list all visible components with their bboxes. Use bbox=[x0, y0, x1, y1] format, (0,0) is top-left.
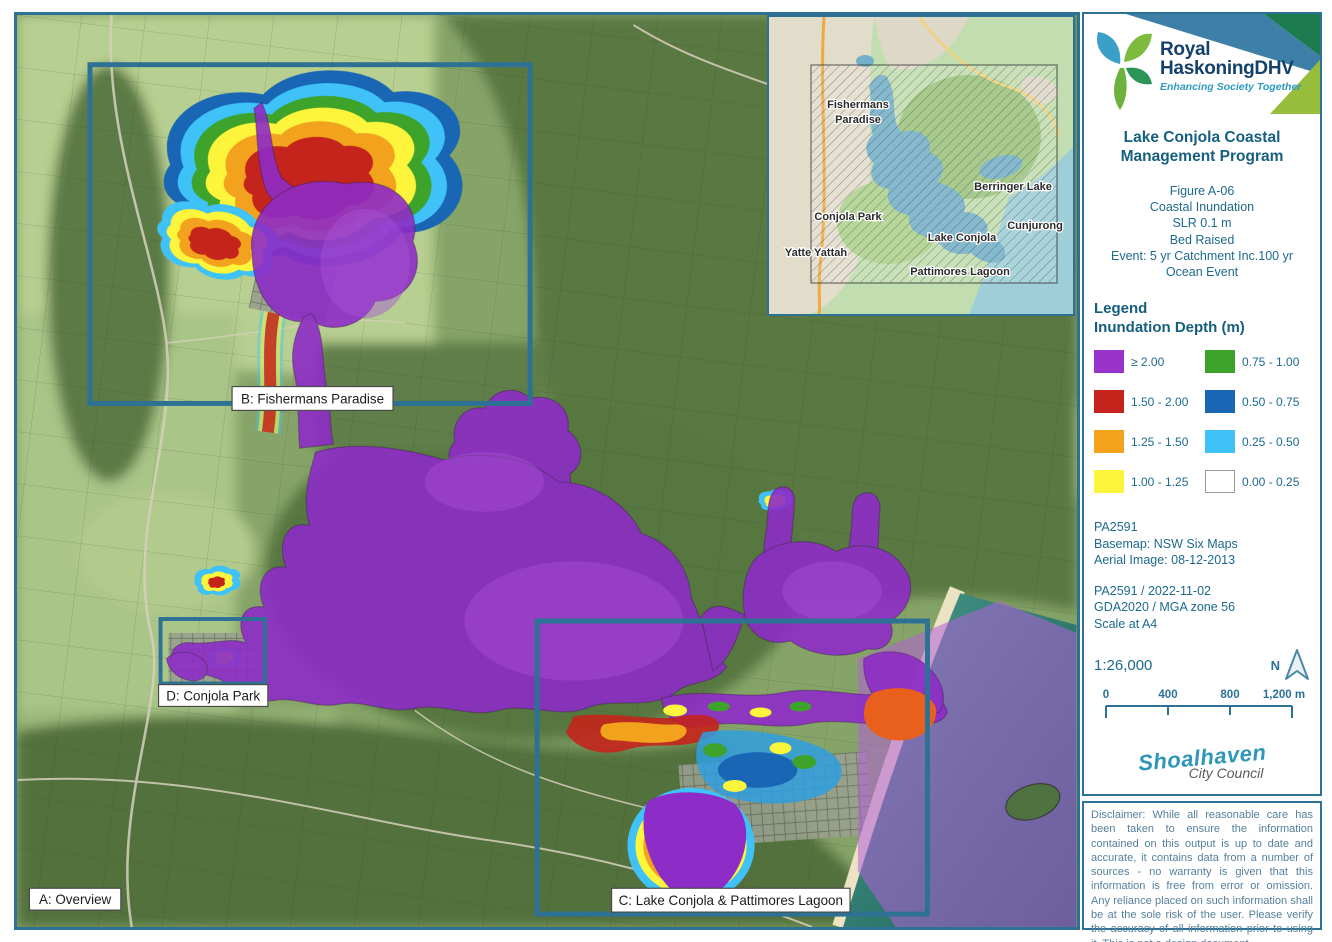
legend-swatch bbox=[1205, 430, 1235, 453]
region-label-d: D: Conjola Park bbox=[159, 685, 268, 707]
inset-label-pattimores: Pattimores Lagoon bbox=[910, 266, 1010, 278]
legend-swatch bbox=[1094, 350, 1124, 373]
study-area-hatch bbox=[811, 65, 1057, 283]
inset-label-cunjurong: Cunjurong bbox=[1007, 220, 1063, 232]
figure-number: Figure A-06 bbox=[1094, 183, 1310, 199]
region-label-b: B: Fishermans Paradise bbox=[232, 387, 393, 411]
figure-event-2: Ocean Event bbox=[1094, 264, 1310, 280]
legend-item: 1.25 - 1.50 bbox=[1094, 430, 1199, 453]
north-arrow-icon bbox=[1284, 648, 1310, 682]
figure-bed: Bed Raised bbox=[1094, 232, 1310, 248]
legend-swatch bbox=[1094, 430, 1124, 453]
legend-swatch bbox=[1205, 470, 1235, 493]
inset-locality-map: Fishermans Paradise Berringer Lake Conjo… bbox=[767, 15, 1075, 316]
inset-label-conjola-park: Conjola Park bbox=[814, 211, 882, 223]
legend-swatch bbox=[1205, 350, 1235, 373]
legend-item: 0.50 - 0.75 bbox=[1205, 390, 1310, 413]
scale-ratio: 1:26,000 bbox=[1094, 657, 1152, 674]
scale-bar: 0 400 800 1,200 m bbox=[1094, 686, 1310, 724]
figure-info: Figure A-06 Coastal Inundation SLR 0.1 m… bbox=[1094, 183, 1310, 281]
region-label-a: A: Overview bbox=[29, 888, 120, 910]
legend-item: 0.25 - 0.50 bbox=[1205, 430, 1310, 453]
legend-heading: Legend bbox=[1094, 300, 1310, 317]
figure-title: Lake Conjola Coastal Management Program bbox=[1098, 128, 1306, 167]
meta-info: PA2591 / 2022-11-02 GDA2020 / MGA zone 5… bbox=[1094, 583, 1310, 633]
council-logo: Shoalhaven City Council bbox=[1094, 745, 1310, 797]
svg-text:A: Overview: A: Overview bbox=[39, 892, 112, 907]
inset-label-berringer-lake: Berringer Lake bbox=[974, 181, 1052, 193]
legend-item: ≥ 2.00 bbox=[1094, 350, 1199, 373]
svg-text:0: 0 bbox=[1103, 689, 1109, 701]
project-info: PA2591 Basemap: NSW Six Maps Aerial Imag… bbox=[1094, 519, 1310, 569]
svg-text:C: Lake Conjola & Pattimores L: C: Lake Conjola & Pattimores Lagoon bbox=[619, 893, 843, 908]
legend-item: 0.75 - 1.00 bbox=[1205, 350, 1310, 373]
inset-label-lake-conjola: Lake Conjola bbox=[928, 232, 997, 244]
svg-text:1,200 m: 1,200 m bbox=[1263, 689, 1305, 701]
title-block-panel: Royal HaskoningDHV Enhancing Society Tog… bbox=[1082, 12, 1322, 796]
figure-event: Event: 5 yr Catchment Inc.100 yr bbox=[1094, 248, 1310, 264]
logo-word-royal: Royal bbox=[1160, 40, 1301, 59]
legend-item: 1.00 - 1.25 bbox=[1094, 470, 1199, 493]
inset-label-fishermans-2: Paradise bbox=[835, 114, 881, 126]
legend-item: 0.00 - 0.25 bbox=[1205, 470, 1310, 493]
svg-text:400: 400 bbox=[1158, 689, 1177, 701]
company-logo: Royal HaskoningDHV Enhancing Society Tog… bbox=[1084, 14, 1320, 118]
flood-ocean-overlay bbox=[858, 601, 1077, 927]
legend: ≥ 2.00 0.75 - 1.00 1.50 - 2.00 0.50 - 0.… bbox=[1094, 350, 1310, 493]
disclaimer-box: Disclaimer: While all reasonable care ha… bbox=[1082, 801, 1322, 930]
inset-label-fishermans-1: Fishermans bbox=[827, 99, 889, 111]
north-label: N bbox=[1271, 658, 1280, 673]
disclaimer-text: Disclaimer: While all reasonable care ha… bbox=[1091, 808, 1313, 942]
svg-text:800: 800 bbox=[1220, 689, 1239, 701]
svg-text:B: Fishermans Paradise: B: Fishermans Paradise bbox=[241, 391, 384, 406]
main-map: B: Fishermans Paradise C: Lake Conjola &… bbox=[14, 12, 1080, 930]
legend-swatch bbox=[1205, 390, 1235, 413]
region-label-c: C: Lake Conjola & Pattimores Lagoon bbox=[612, 888, 850, 912]
inset-label-yatte-yattah: Yatte Yattah bbox=[785, 247, 847, 259]
north-arrow: N bbox=[1271, 648, 1310, 682]
legend-swatch bbox=[1094, 390, 1124, 413]
svg-text:D: Conjola Park: D: Conjola Park bbox=[166, 688, 260, 703]
legend-subheading: Inundation Depth (m) bbox=[1094, 319, 1310, 336]
logo-word-haskoningdhv: HaskoningDHV bbox=[1160, 59, 1301, 78]
legend-item: 1.50 - 2.00 bbox=[1094, 390, 1199, 413]
royal-haskoning-flower-icon bbox=[1090, 26, 1156, 112]
figure-slr: SLR 0.1 m bbox=[1094, 215, 1310, 231]
figure-subject: Coastal Inundation bbox=[1094, 199, 1310, 215]
legend-swatch bbox=[1094, 470, 1124, 493]
figure-page: B: Fishermans Paradise C: Lake Conjola &… bbox=[0, 0, 1332, 942]
logo-tagline: Enhancing Society Together bbox=[1160, 82, 1301, 93]
